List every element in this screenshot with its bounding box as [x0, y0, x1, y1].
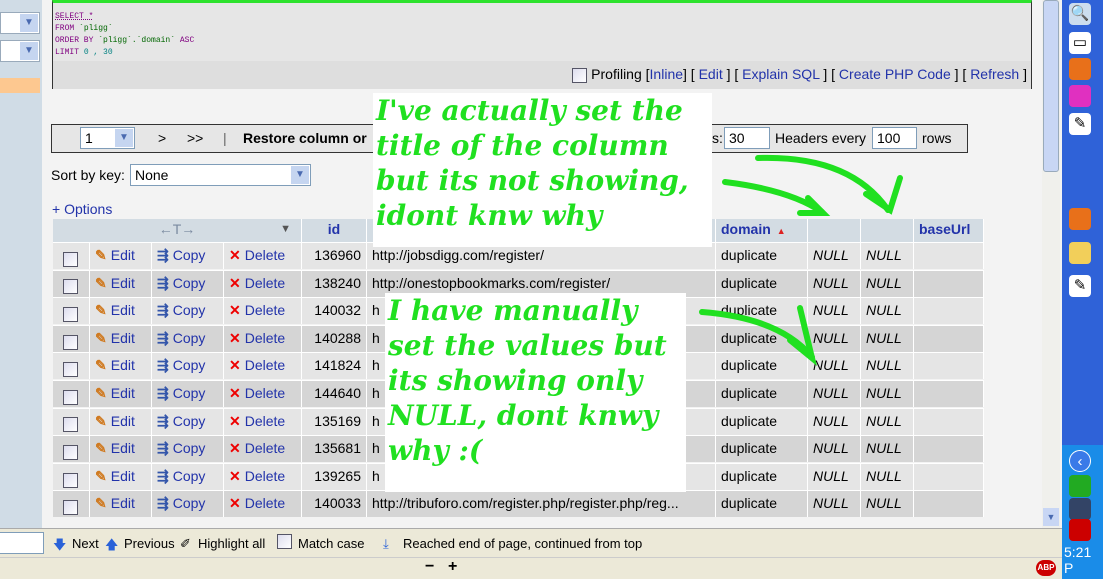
find-bar: 🡇 Next 🡅 Previous ✐ Highlight all Match …	[0, 528, 1062, 557]
scroll-down-icon[interactable]: ▼	[1043, 508, 1059, 526]
find-next-button[interactable]: Next	[72, 536, 99, 551]
network-icon[interactable]	[1069, 498, 1091, 520]
find-status: Reached end of page, continued from top	[403, 536, 643, 551]
arrow-head	[863, 175, 903, 215]
app-icon[interactable]	[1069, 85, 1091, 107]
notepad-icon[interactable]: ✎	[1069, 113, 1091, 135]
vertical-scrollbar[interactable]: ▼	[1042, 0, 1060, 528]
arrow-down-icon: 🡇	[53, 537, 67, 552]
match-case-label: Match case	[298, 536, 365, 551]
scrollbar-thumb[interactable]	[1043, 0, 1059, 172]
arrow-head	[787, 305, 817, 366]
highlighter-icon: ✐	[180, 536, 191, 551]
window-icon[interactable]: ▭	[1069, 32, 1091, 54]
clock: 5:21 P	[1064, 544, 1092, 576]
firefox-task-icon[interactable]	[1069, 208, 1091, 230]
folder-icon[interactable]	[1069, 242, 1091, 264]
search-icon[interactable]: 🔍	[1069, 3, 1091, 25]
adblock-icon[interactable]: ABP	[1036, 560, 1056, 576]
arrow-up-icon: 🡅	[105, 537, 119, 552]
zoom-in-button[interactable]: +	[448, 558, 457, 576]
highlight-all-button[interactable]: Highlight all	[198, 536, 265, 551]
wrap-icon: ⤓	[383, 536, 389, 551]
match-case-checkbox[interactable]	[277, 534, 292, 549]
find-previous-button[interactable]: Previous	[124, 536, 175, 551]
firefox-icon[interactable]	[1069, 58, 1091, 80]
taskbar: 🔍 ▭ ✎ ✎ ‹ 5:21 P	[1062, 0, 1103, 579]
status-bar: − + ABP	[0, 557, 1062, 579]
chevron-left-icon[interactable]: ‹	[1069, 450, 1091, 472]
arrow	[755, 154, 891, 213]
zoom-out-button[interactable]: −	[425, 558, 434, 576]
tray-icon[interactable]	[1069, 475, 1091, 497]
arrow	[699, 309, 815, 360]
find-input[interactable]	[0, 532, 44, 554]
language-icon[interactable]	[1069, 519, 1091, 541]
annotation-arrows	[699, 154, 903, 366]
notepad-task-icon[interactable]: ✎	[1069, 275, 1091, 297]
